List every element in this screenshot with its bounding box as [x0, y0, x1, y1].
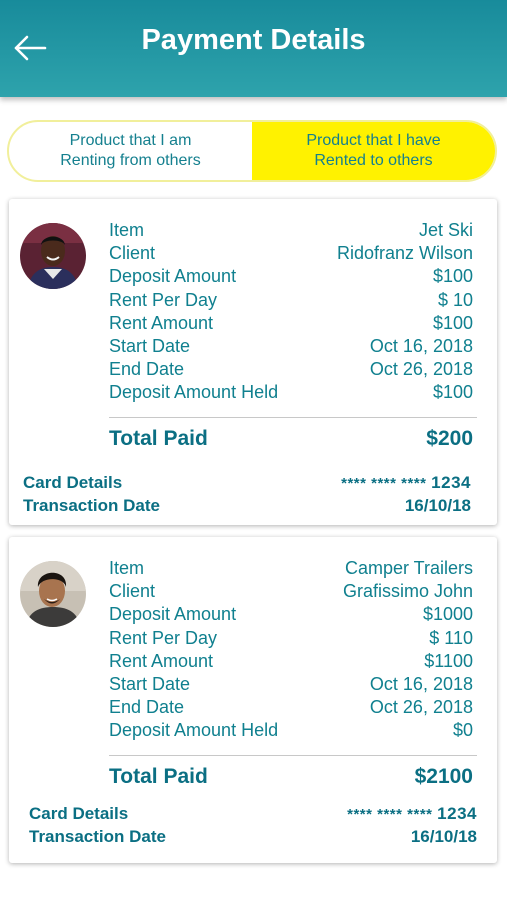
avatar [20, 223, 86, 289]
label: Deposit Amount [109, 604, 237, 625]
label: Client [109, 243, 156, 264]
total-paid-value: $2100 [414, 765, 473, 788]
tab-renting-from-others[interactable]: Product that I am Renting from others [9, 122, 252, 180]
label: Client [109, 581, 156, 602]
row-rent-per-day: Rent Per Day $ 110 [109, 627, 473, 650]
transaction-date-value: 16/10/18 [410, 827, 477, 846]
total-paid-value: $200 [426, 427, 473, 450]
row-end-date: End Date Oct 26, 2018 [109, 696, 473, 719]
total-paid-row: Total Paid $2100 [109, 765, 473, 789]
label: Rent Per Day [109, 289, 218, 310]
item-value: Jet Ski [418, 220, 473, 241]
row-rent-amount: Rent Amount $1100 [109, 650, 473, 673]
card-number-value: **** **** **** 1234 [341, 473, 471, 493]
details-list: Item Jet Ski Client Ridofranz Wilson Depos… [109, 219, 473, 405]
label: Deposit Amount Held [109, 720, 279, 741]
label: Transaction Date [29, 827, 166, 846]
label: Card Details [29, 804, 129, 823]
tab-label: Product that I have Rented to others [306, 132, 441, 169]
row-item: Item Camper Trailers [109, 557, 473, 580]
card-number-value: **** **** **** 1234 [347, 804, 477, 824]
row-client: Client Ridofranz Wilson [109, 242, 473, 265]
transaction-date-row: Transaction Date 16/10/18 [29, 827, 477, 847]
label: Rent Amount [109, 650, 214, 671]
row-deposit-amount: Deposit Amount $1000 [109, 603, 473, 626]
transaction-card[interactable]: Item Jet Ski Client Ridofranz Wilson Depos… [9, 199, 497, 525]
label: Rent Amount [109, 312, 214, 333]
transaction-card[interactable]: Item Camper Trailers Client Grafissimo Joh… [9, 537, 497, 863]
row-start-date: Start Date Oct 16, 2018 [109, 335, 473, 358]
total-paid-row: Total Paid $200 [109, 427, 473, 451]
avatar [20, 561, 86, 627]
card-details-row: Card Details **** **** **** 1234 [29, 804, 477, 824]
tab-label: Product that I am Renting from others [60, 132, 201, 169]
rent-per-day-value: $ 110 [429, 627, 473, 648]
row-start-date: Start Date Oct 16, 2018 [109, 673, 473, 696]
label: Card Details [23, 473, 123, 492]
label: End Date [109, 697, 185, 718]
client-value: Ridofranz Wilson [336, 243, 473, 264]
row-client: Client Grafissimo John [109, 580, 473, 603]
start-date-value: Oct 16, 2018 [369, 336, 473, 357]
divider [109, 755, 477, 756]
start-date-value: Oct 16, 2018 [369, 674, 473, 695]
row-rent-per-day: Rent Per Day $ 10 [109, 289, 473, 312]
label: End Date [109, 359, 185, 380]
deposit-amount-value: $100 [432, 266, 473, 287]
label: Start Date [109, 674, 191, 695]
divider [109, 417, 477, 418]
app-header: Payment Details [0, 0, 507, 97]
deposit-held-value: $100 [432, 382, 473, 403]
row-rent-amount: Rent Amount $100 [109, 312, 473, 335]
card-details-row: Card Details **** **** **** 1234 [23, 473, 471, 493]
transaction-date-row: Transaction Date 16/10/18 [23, 496, 471, 516]
label: Start Date [109, 336, 191, 357]
client-value: Grafissimo John [342, 581, 473, 602]
page-title: Payment Details [141, 24, 366, 56]
row-deposit-amount: Deposit Amount $100 [109, 265, 473, 288]
row-deposit-held: Deposit Amount Held $0 [109, 719, 473, 742]
row-end-date: End Date Oct 26, 2018 [109, 358, 473, 381]
card-mask: **** **** **** [347, 806, 433, 823]
label: Deposit Amount Held [109, 382, 279, 403]
item-value: Camper Trailers [344, 558, 473, 579]
rental-type-toggle: Product that I am Renting from others Pr… [7, 120, 497, 182]
label: Total Paid [109, 765, 208, 788]
label: Item [109, 220, 145, 241]
label: Total Paid [109, 427, 208, 450]
details-list: Item Camper Trailers Client Grafissimo Joh… [109, 557, 473, 743]
transaction-date-value: 16/10/18 [404, 496, 471, 515]
rent-amount-value: $100 [432, 312, 473, 333]
rent-per-day-value: $ 10 [437, 289, 473, 310]
label: Rent Per Day [109, 627, 218, 648]
card-last4: 1234 [431, 473, 471, 492]
deposit-amount-value: $1000 [422, 604, 473, 625]
tab-rented-to-others[interactable]: Product that I have Rented to others [252, 122, 495, 180]
end-date-value: Oct 26, 2018 [369, 697, 473, 718]
end-date-value: Oct 26, 2018 [369, 359, 473, 380]
rent-amount-value: $1100 [424, 650, 473, 671]
row-item: Item Jet Ski [109, 219, 473, 242]
deposit-held-value: $0 [452, 720, 473, 741]
label: Deposit Amount [109, 266, 237, 287]
label: Item [109, 558, 145, 579]
label: Transaction Date [23, 496, 160, 515]
card-mask: **** **** **** [341, 475, 427, 492]
row-deposit-held: Deposit Amount Held $100 [109, 381, 473, 404]
card-last4: 1234 [437, 804, 477, 823]
